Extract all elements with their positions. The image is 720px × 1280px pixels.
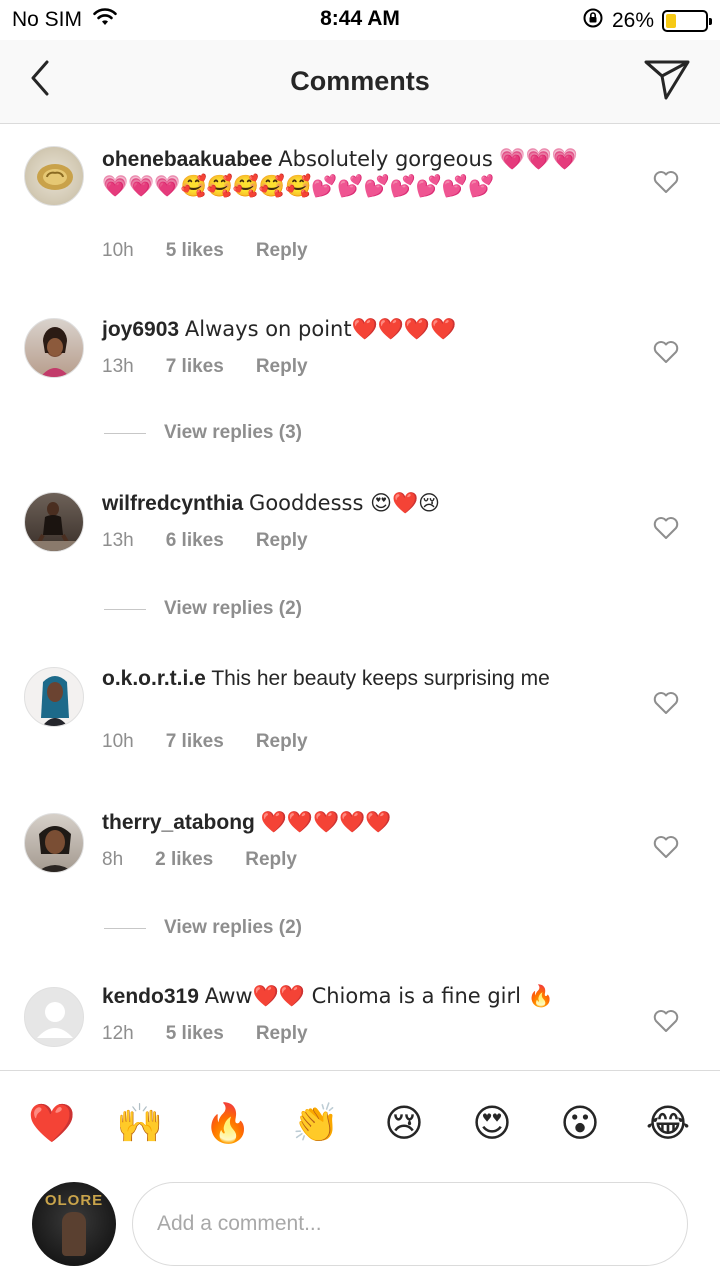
comment-likes[interactable]: 7 likes: [166, 731, 224, 753]
like-comment-button[interactable]: [652, 514, 680, 542]
like-comment-button[interactable]: [652, 338, 680, 366]
comment-message: Always on point❤️❤️❤️❤️: [184, 317, 457, 341]
emoji-heart-button[interactable]: ❤️: [22, 1101, 82, 1145]
comment-item: kendo319 Aww❤️❤️ Chioma is a fine girl 🔥…: [0, 969, 720, 1070]
avatar[interactable]: [24, 492, 84, 552]
comment-meta: 10h 5 likes Reply: [102, 240, 308, 262]
avatar[interactable]: [24, 667, 84, 727]
comment-time: 10h: [102, 731, 134, 752]
comment-text: kendo319 Aww❤️❤️ Chioma is a fine girl 🔥: [102, 983, 602, 1010]
emoji-surprised-button[interactable]: 😮: [550, 1101, 610, 1145]
view-replies-label: View replies (2): [164, 917, 302, 938]
heart-outline-icon: [653, 341, 679, 363]
status-right: 26%: [582, 7, 712, 35]
comment-message: This her beauty keeps surprising me: [211, 667, 550, 690]
heart-outline-icon: [653, 171, 679, 193]
heart-outline-icon: [653, 1010, 679, 1032]
battery-level: [666, 14, 676, 28]
heart-outline-icon: [653, 692, 679, 714]
emoji-heart-eyes-button[interactable]: 😍: [462, 1101, 522, 1145]
emoji-raised-hands-button[interactable]: 🙌: [110, 1101, 170, 1145]
like-comment-button[interactable]: [652, 689, 680, 717]
comment-username[interactable]: o.k.o.r.t.i.e: [102, 667, 206, 690]
reply-button[interactable]: Reply: [256, 240, 308, 262]
comments-list: ohenebaakuabee Absolutely gorgeous 💗💗💗💗💗…: [0, 124, 720, 1070]
comment-time: 12h: [102, 1023, 134, 1044]
reply-button[interactable]: Reply: [256, 530, 308, 552]
comment-likes[interactable]: 6 likes: [166, 530, 224, 552]
divider-line: [104, 608, 146, 610]
comment-message: Gooddesss 😍❤️😢: [249, 491, 441, 515]
emoji-fire-button[interactable]: 🔥: [198, 1101, 258, 1145]
avatar[interactable]: [24, 813, 84, 873]
reply-button[interactable]: Reply: [256, 356, 308, 378]
avatar[interactable]: [24, 146, 84, 206]
comment-username[interactable]: ohenebaakuabee: [102, 148, 272, 171]
emoji-reaction-bar: ❤️ 🙌 🔥 👏 😢 😍 😮 😂: [0, 1070, 720, 1174]
comment-text: o.k.o.r.t.i.e This her beauty keeps surp…: [102, 665, 602, 692]
reply-button[interactable]: Reply: [245, 849, 297, 871]
emoji-crying-button[interactable]: 😢: [374, 1101, 434, 1145]
comment-meta: 12h 5 likes Reply: [102, 1023, 308, 1045]
comment-meta: 10h 7 likes Reply: [102, 731, 308, 753]
comment-likes[interactable]: 7 likes: [166, 356, 224, 378]
reply-button[interactable]: Reply: [256, 731, 308, 753]
comment-item: therry_atabong ❤️❤️❤️❤️❤️ 8h 2 likes Rep…: [0, 799, 720, 969]
comment-text: ohenebaakuabee Absolutely gorgeous 💗💗💗💗💗…: [102, 146, 602, 200]
nav-header: Comments: [0, 40, 720, 124]
add-comment-input[interactable]: [132, 1182, 688, 1266]
like-comment-button[interactable]: [652, 168, 680, 196]
share-button[interactable]: [642, 56, 692, 102]
heart-outline-icon: [653, 517, 679, 539]
comment-time: 8h: [102, 849, 124, 870]
orientation-lock-icon: [582, 7, 604, 35]
comment-username[interactable]: joy6903: [102, 318, 179, 341]
comment-meta: 13h 6 likes Reply: [102, 530, 308, 552]
view-replies-button[interactable]: View replies (3): [104, 422, 302, 444]
view-replies-button[interactable]: View replies (2): [104, 917, 302, 939]
comment-time: 10h: [102, 240, 134, 261]
avatar-logo-text: OLORE: [44, 1192, 104, 1209]
comment-message: Aww❤️❤️ Chioma is a fine girl 🔥: [204, 984, 554, 1008]
default-avatar-icon: [37, 1002, 73, 1038]
avatar[interactable]: [24, 987, 84, 1047]
comment-time: 13h: [102, 530, 134, 551]
battery-icon: [662, 10, 712, 32]
comment-username[interactable]: therry_atabong: [102, 811, 255, 834]
comment-item: joy6903 Always on point❤️❤️❤️❤️ 13h 7 li…: [0, 294, 720, 474]
divider-line: [104, 432, 146, 434]
comment-meta: 8h 2 likes Reply: [102, 849, 297, 871]
comment-text: therry_atabong ❤️❤️❤️❤️❤️: [102, 809, 602, 836]
comment-item: wilfredcynthia Gooddesss 😍❤️😢 13h 6 like…: [0, 474, 720, 649]
like-comment-button[interactable]: [652, 833, 680, 861]
comment-likes[interactable]: 2 likes: [155, 849, 213, 871]
divider-line: [104, 927, 146, 929]
view-replies-button[interactable]: View replies (2): [104, 598, 302, 620]
view-replies-label: View replies (3): [164, 422, 302, 443]
like-comment-button[interactable]: [652, 1007, 680, 1035]
current-user-avatar[interactable]: OLORE: [32, 1182, 116, 1266]
avatar[interactable]: [24, 318, 84, 378]
paper-plane-icon: [644, 60, 690, 100]
view-replies-label: View replies (2): [164, 598, 302, 619]
comment-text: wilfredcynthia Gooddesss 😍❤️😢: [102, 490, 602, 517]
comment-likes[interactable]: 5 likes: [166, 240, 224, 262]
emoji-clap-button[interactable]: 👏: [286, 1101, 346, 1145]
comment-composer: OLORE: [0, 1174, 720, 1280]
comment-meta: 13h 7 likes Reply: [102, 356, 308, 378]
comment-text: joy6903 Always on point❤️❤️❤️❤️: [102, 316, 602, 343]
emoji-laughing-button[interactable]: 😂: [638, 1101, 698, 1145]
comment-username[interactable]: kendo319: [102, 985, 199, 1008]
heart-outline-icon: [653, 836, 679, 858]
comment-likes[interactable]: 5 likes: [166, 1023, 224, 1045]
comment-message: ❤️❤️❤️❤️❤️: [260, 810, 392, 834]
comment-username[interactable]: wilfredcynthia: [102, 492, 243, 515]
page-title: Comments: [290, 66, 430, 96]
comment-item: o.k.o.r.t.i.e This her beauty keeps surp…: [0, 649, 720, 799]
status-bar: No SIM 8:44 AM 26%: [0, 0, 720, 40]
comment-item: ohenebaakuabee Absolutely gorgeous 💗💗💗💗💗…: [0, 124, 720, 294]
comment-time: 13h: [102, 356, 134, 377]
reply-button[interactable]: Reply: [256, 1023, 308, 1045]
battery-percent: 26%: [611, 9, 654, 32]
